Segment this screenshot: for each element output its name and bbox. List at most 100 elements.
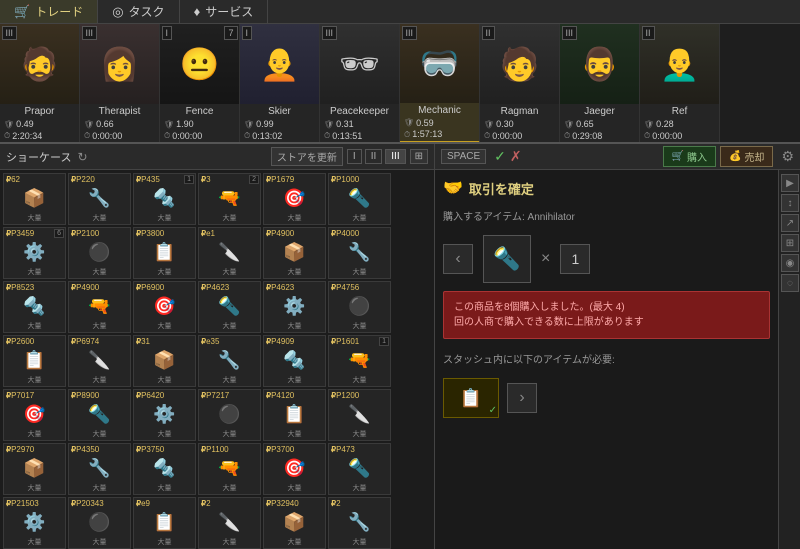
item-image: 📋 [134,510,195,536]
trade-tab[interactable]: 🛒 トレード [0,0,98,23]
grid-view-button[interactable]: ⊞ [410,149,428,164]
item-image: 🔧 [329,510,390,536]
trade-confirm-header: 🤝 取引を確定 [443,178,770,198]
item-cell[interactable]: ₽P4000 🔧 大量 [328,227,391,279]
side-btn-3[interactable]: ↗ [781,214,799,232]
side-btn-2[interactable]: ↕ [781,194,799,212]
item-cell[interactable]: ₽P3700 🎯 大量 [263,443,326,495]
item-cell[interactable]: ₽P1200 🔪 大量 [328,389,391,441]
trader-mechanic[interactable]: 🥽 III Mechanic 🛡0.59 ⏱1:57:13 [400,24,480,144]
trader-peacekeeper[interactable]: 🕶 III Peacekeeper 🛡0.31 ⏱0:13:51 [320,24,400,144]
item-cell[interactable]: ₽P2100 ⚫ 大量 [68,227,131,279]
item-cell[interactable]: ₽P4909 🔩 大量 [263,335,326,387]
item-label: 大量 [69,374,130,386]
trader-fence[interactable]: 😐 I 7 Fence 🛡1.90 ⏱0:00:00 [160,24,240,144]
trader-ragman[interactable]: 🧑 II Ragman 🛡0.30 ⏱0:00:00 [480,24,560,144]
roman-tab-2[interactable]: II [365,149,383,164]
item-image: 📋 [4,348,65,374]
item-image: 🔦 [329,186,390,212]
item-cell[interactable]: ₽P2970 📦 大量 [3,443,66,495]
left-arrow-button[interactable]: ‹ [443,244,473,274]
roman-tab-1[interactable]: I [347,149,362,164]
item-badge: 1 [379,337,389,346]
item-image: 🔪 [329,402,390,428]
item-label: 大量 [264,266,325,278]
item-cell[interactable]: ₽P4900 📦 大量 [263,227,326,279]
side-btn-4[interactable]: ⊞ [781,234,799,252]
item-cell[interactable]: ₽P3750 🔩 大量 [133,443,196,495]
ragman-portrait: 🧑 II [480,24,560,104]
item-cell[interactable]: ₽62 📦 大量 [3,173,66,225]
item-label: 大量 [329,374,390,386]
jaeger-portrait: 🧔‍♂️ III [560,24,640,104]
item-price: ₽62 [4,174,65,186]
item-cell[interactable]: ₽e1 🔪 大量 [198,227,261,279]
item-cell[interactable]: ₽2 🔪 大量 [198,497,261,549]
service-tab[interactable]: ♦ サービス [180,0,269,23]
item-cell[interactable]: ₽P3459 ⚙️ 大量 6 [3,227,66,279]
item-cell[interactable]: ₽P32940 📦 大量 [263,497,326,549]
required-item-box: 📋 ✓ [443,378,499,418]
side-btn-6[interactable]: ◌ [781,274,799,292]
item-cell[interactable]: ₽P2600 📋 大量 [3,335,66,387]
item-cell[interactable]: ₽P4756 ⚫ 大量 [328,281,391,333]
skier-portrait: 🧑‍🦲 I [240,24,320,104]
item-cell[interactable]: ₽P1601 🔫 大量 1 [328,335,391,387]
item-image: 🔫 [69,294,130,320]
item-cell[interactable]: ₽e9 📋 大量 [133,497,196,549]
item-cell[interactable]: ₽P435 🔩 大量 1 [133,173,196,225]
item-cell[interactable]: ₽P4623 ⚙️ 大量 [263,281,326,333]
item-cell[interactable]: ₽P6900 🎯 大量 [133,281,196,333]
item-label: 大量 [134,374,195,386]
item-price: ₽P20343 [69,498,130,510]
item-cell[interactable]: ₽P4350 🔧 大量 [68,443,131,495]
item-cell[interactable]: ₽P4900 🔫 大量 [68,281,131,333]
item-cell[interactable]: ₽P1100 🔫 大量 [198,443,261,495]
item-label: 大量 [134,428,195,440]
item-image: 🔦 [69,402,130,428]
item-cell[interactable]: ₽P6420 ⚙️ 大量 [133,389,196,441]
item-label: 大量 [264,428,325,440]
item-cell[interactable]: ₽P6974 🔪 大量 [68,335,131,387]
item-label: 大量 [264,320,325,332]
side-btn-5[interactable]: ◉ [781,254,799,272]
item-cell[interactable]: ₽P7217 ⚫ 大量 [198,389,261,441]
trader-prapor[interactable]: 🧔 III Prapor 🛡0.49 ⏱2:20:34 [0,24,80,144]
item-cell[interactable]: ₽P7017 🎯 大量 [3,389,66,441]
right-arrow-button[interactable]: › [507,383,537,413]
item-cell[interactable]: ₽P20343 ⚫ 大量 [68,497,131,549]
item-cell[interactable]: ₽P21503 ⚙️ 大量 [3,497,66,549]
item-label: 大量 [69,266,130,278]
settings-icon[interactable]: ⚙ [781,148,794,165]
item-cell[interactable]: ₽P8523 🔩 大量 [3,281,66,333]
item-image: ⚙️ [134,402,195,428]
item-cell[interactable]: ₽e35 🔧 大量 [198,335,261,387]
side-btn-1[interactable]: ▶ [781,174,799,192]
item-cell[interactable]: ₽P220 🔧 大量 [68,173,131,225]
trader-skier[interactable]: 🧑‍🦲 I Skier 🛡0.99 ⏱0:13:02 [240,24,320,144]
roman-tab-3[interactable]: III [385,149,405,164]
purchase-item-box: 🔦 [483,235,531,283]
task-tab[interactable]: ◎ タスク [98,0,179,23]
item-cell[interactable]: ₽P1679 🎯 大量 [263,173,326,225]
trader-therapist[interactable]: 👩 III Therapist 🛡0.66 ⏱0:00:00 [80,24,160,144]
item-cell[interactable]: ₽2 🔧 大量 [328,497,391,549]
trader-ref[interactable]: 👨‍🦲 II Ref 🛡0.28 ⏱0:00:00 [640,24,720,144]
item-image: 📋 [264,402,325,428]
item-cell[interactable]: ₽P3800 📋 大量 [133,227,196,279]
item-cell[interactable]: ₽P473 🔦 大量 [328,443,391,495]
roman-tabs: I II III [347,149,406,164]
item-cell[interactable]: ₽P8900 🔦 大量 [68,389,131,441]
item-cell[interactable]: ₽P1000 🔦 大量 [328,173,391,225]
item-cell[interactable]: ₽3 🔫 大量 2 [198,173,261,225]
buy-button[interactable]: 🛒 購入 [663,146,716,167]
update-store-button[interactable]: ストアを更新 [271,147,343,166]
item-cell[interactable]: ₽31 📦 大量 [133,335,196,387]
peacekeeper-stats: 🛡0.31 ⏱0:13:51 [320,119,399,142]
item-cell[interactable]: ₽P4120 📋 大量 [263,389,326,441]
item-cell[interactable]: ₽P4623 🔦 大量 [198,281,261,333]
x-mark-icon: ✗ [510,148,522,165]
item-label: 大量 [264,374,325,386]
trader-jaeger[interactable]: 🧔‍♂️ III Jaeger 🛡0.65 ⏱0:29:08 [560,24,640,144]
sell-button[interactable]: 💰 売却 [720,146,773,167]
